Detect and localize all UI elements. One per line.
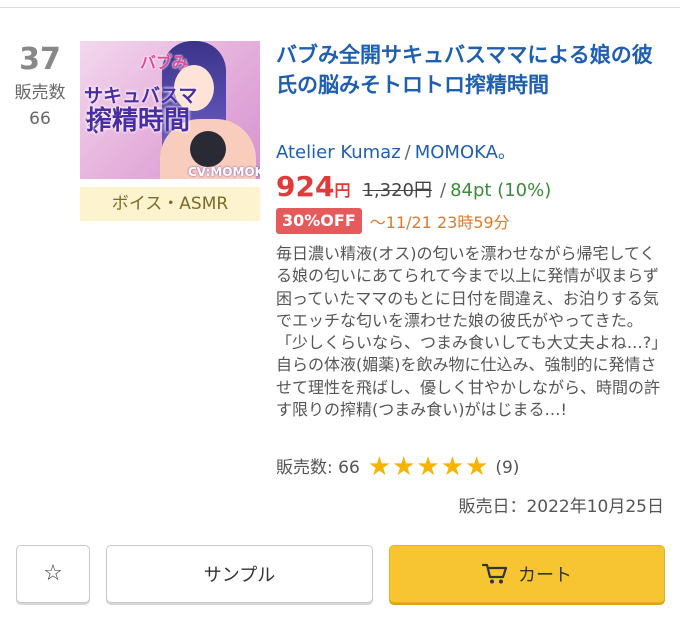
sample-button-label: サンプル [203,565,276,586]
product-thumbnail[interactable]: バブみ サキュバスママ 搾精時間 CV:MOMOKA。 [80,41,260,179]
discount-badge: 30%OFF [276,208,362,234]
maker-line: Atelier Kumaz / MOMOKA。 [276,138,516,164]
original-price: 1,320円 [362,180,432,201]
cart-button-label: カート [518,565,572,586]
rank-sales-count: 66 [29,109,51,129]
sale-deadline: 〜11/21 23時59分 [369,213,510,232]
genre-tag: ボイス・ASMR [80,187,260,221]
circle-link[interactable]: Atelier Kumaz [276,142,401,163]
favorite-button[interactable]: ☆ [16,545,90,603]
add-to-cart-button[interactable]: カート [389,545,665,603]
thumbnail-sub-title: 搾精時間 [86,106,191,136]
sale-price: 924 [276,170,335,203]
price-separator: / [440,180,447,201]
top-divider [0,0,680,8]
stats-row: 販売数: 66 ★★★★★ (9) [276,452,519,482]
rating-stars: ★★★★★ [367,452,490,482]
sale-price-unit: 円 [334,181,351,200]
thumbnail-credit: CV:MOMOKA。 [188,165,260,179]
maker-separator: / [404,142,411,163]
voice-actor-link[interactable]: MOMOKA。 [415,142,516,163]
release-date: 販売日：2022年10月25日 [458,497,664,517]
points: 84pt (10%) [450,180,552,201]
review-count-link[interactable]: (9) [495,458,519,478]
sale-row: 30%OFF 〜11/21 23時59分 [276,208,510,234]
star-outline-icon: ☆ [43,561,63,586]
rank-column: 37 販売数 66 [0,40,80,132]
product-title-link[interactable]: バブみ全開サキュバスママによる娘の彼氏の脳みそトロトロ搾精時間 [276,40,666,100]
sample-button[interactable]: サンプル [106,545,373,603]
rank-sales-label: 販売数 [14,83,66,103]
sales-stat: 販売数: 66 [276,458,360,478]
price-row: 924円 1,320円 /84pt (10%) [276,170,551,204]
cart-icon [482,563,508,584]
thumbnail-corner-text: バブみ [140,53,189,72]
product-description: 毎日濃い精液(オス)の匂いを漂わせながら帰宅してくる娘の匂いにあてられて今まで以… [276,244,661,420]
rank-number: 37 [19,42,61,77]
